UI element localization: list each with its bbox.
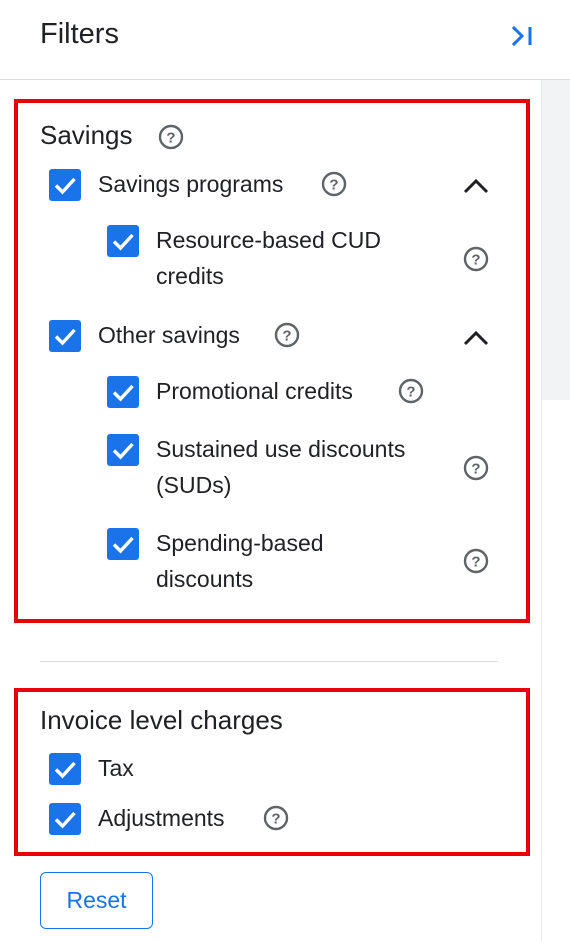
label-line: Spending-based xyxy=(156,530,324,556)
help-icon[interactable]: ? xyxy=(263,805,289,831)
spending-based-discounts-label: Spending-based discounts xyxy=(156,525,324,597)
savings-programs-label: Savings programs xyxy=(98,171,284,197)
label-line: Sustained use discounts xyxy=(156,436,406,462)
help-icon[interactable]: ? xyxy=(463,548,489,574)
sustained-use-discounts-label: Sustained use discounts (SUDs) xyxy=(156,431,405,503)
chevron-up-icon[interactable] xyxy=(462,328,490,348)
label-line: Resource-based CUD xyxy=(156,227,381,253)
label-line: credits xyxy=(156,263,224,289)
spending-based-discounts-checkbox[interactable] xyxy=(107,528,139,560)
reset-button[interactable]: Reset xyxy=(40,872,153,929)
help-icon[interactable]: ? xyxy=(463,455,489,481)
savings-programs-checkbox[interactable] xyxy=(49,169,81,201)
help-icon[interactable]: ? xyxy=(321,171,347,197)
svg-text:?: ? xyxy=(406,384,415,401)
help-icon[interactable]: ? xyxy=(274,322,300,348)
promotional-credits-checkbox[interactable] xyxy=(107,376,139,408)
invoice-level-charges-title: Invoice level charges xyxy=(40,705,283,735)
svg-text:?: ? xyxy=(471,461,480,478)
other-savings-label: Other savings xyxy=(98,322,240,348)
tax-checkbox[interactable] xyxy=(49,753,81,785)
resource-based-cud-credits-label: Resource-based CUD credits xyxy=(156,222,381,294)
svg-text:?: ? xyxy=(329,177,338,194)
svg-text:?: ? xyxy=(471,554,480,571)
savings-title: Savings xyxy=(40,120,133,150)
section-divider xyxy=(40,661,498,662)
resource-based-cud-credits-checkbox[interactable] xyxy=(107,225,139,257)
svg-text:?: ? xyxy=(271,811,280,828)
label-line: (SUDs) xyxy=(156,472,232,498)
promotional-credits-label: Promotional credits xyxy=(156,378,353,404)
tax-label: Tax xyxy=(98,755,134,781)
chevron-up-icon[interactable] xyxy=(462,176,490,196)
help-icon[interactable]: ? xyxy=(158,124,184,150)
scrollbar-thumb[interactable] xyxy=(542,80,570,400)
other-savings-checkbox[interactable] xyxy=(49,320,81,352)
help-icon[interactable]: ? xyxy=(398,378,424,404)
adjustments-label: Adjustments xyxy=(98,805,225,831)
filters-title: Filters xyxy=(40,18,119,50)
svg-text:?: ? xyxy=(471,252,480,269)
svg-text:?: ? xyxy=(166,130,175,147)
help-icon[interactable]: ? xyxy=(463,246,489,272)
adjustments-checkbox[interactable] xyxy=(49,803,81,835)
filters-header: Filters xyxy=(0,0,570,80)
svg-text:?: ? xyxy=(282,328,291,345)
sustained-use-discounts-checkbox[interactable] xyxy=(107,434,139,466)
collapse-panel-icon[interactable] xyxy=(504,18,544,54)
label-line: discounts xyxy=(156,566,254,592)
